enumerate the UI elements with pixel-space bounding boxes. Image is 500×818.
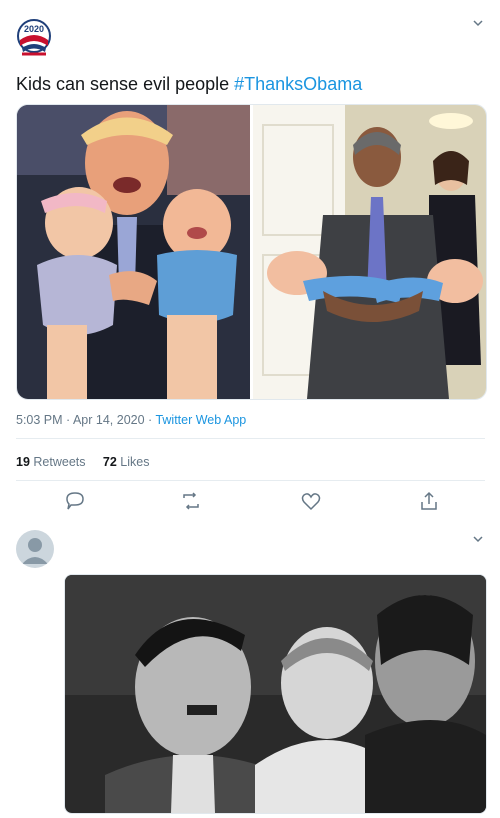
retweets-count: 19 [16, 455, 30, 469]
divider [16, 480, 485, 481]
tweet-media[interactable] [16, 104, 487, 400]
chevron-down-icon[interactable] [472, 534, 484, 544]
timestamp-text[interactable]: 5:03 PM · Apr 14, 2020 · [16, 413, 155, 427]
like-icon[interactable] [300, 490, 322, 512]
tweet-actions [16, 490, 485, 514]
tweet-text: Kids can sense evil people #ThanksObama [16, 74, 362, 95]
divider [16, 438, 485, 439]
blank-area [56, 528, 236, 568]
tweet-timestamp: 5:03 PM · Apr 14, 2020 · Twitter Web App [16, 413, 246, 427]
likes-count: 72 [102, 455, 117, 469]
chevron-down-icon[interactable] [472, 18, 484, 28]
source-app-link[interactable]: Twitter Web App [155, 413, 246, 427]
photo-bw[interactable] [65, 575, 486, 813]
reply-media[interactable] [64, 574, 487, 814]
photo-right[interactable] [253, 105, 486, 399]
likes-label: Likes [120, 455, 150, 469]
logo-text: 2020 [24, 24, 44, 34]
tweet-text-body: Kids can sense evil people [16, 74, 235, 94]
hashtag-link[interactable]: #ThanksObama [234, 74, 362, 94]
share-icon[interactable] [418, 490, 440, 512]
photo-left[interactable] [17, 105, 250, 399]
likes-stat[interactable]: 72 Likes [103, 455, 150, 469]
default-avatar-icon[interactable] [16, 530, 54, 568]
reply-icon[interactable] [64, 490, 86, 512]
retweets-label: Retweets [33, 455, 86, 469]
tweet: 2020 Kids can sense evil people #ThanksO… [0, 0, 500, 521]
tweet-stats: 19 Retweets 72 Likes [16, 455, 149, 469]
retweet-icon[interactable] [180, 490, 202, 512]
avatar[interactable]: 2020 [16, 18, 52, 60]
person-icon [22, 538, 48, 564]
retweets-stat[interactable]: 19 Retweets [16, 455, 86, 469]
